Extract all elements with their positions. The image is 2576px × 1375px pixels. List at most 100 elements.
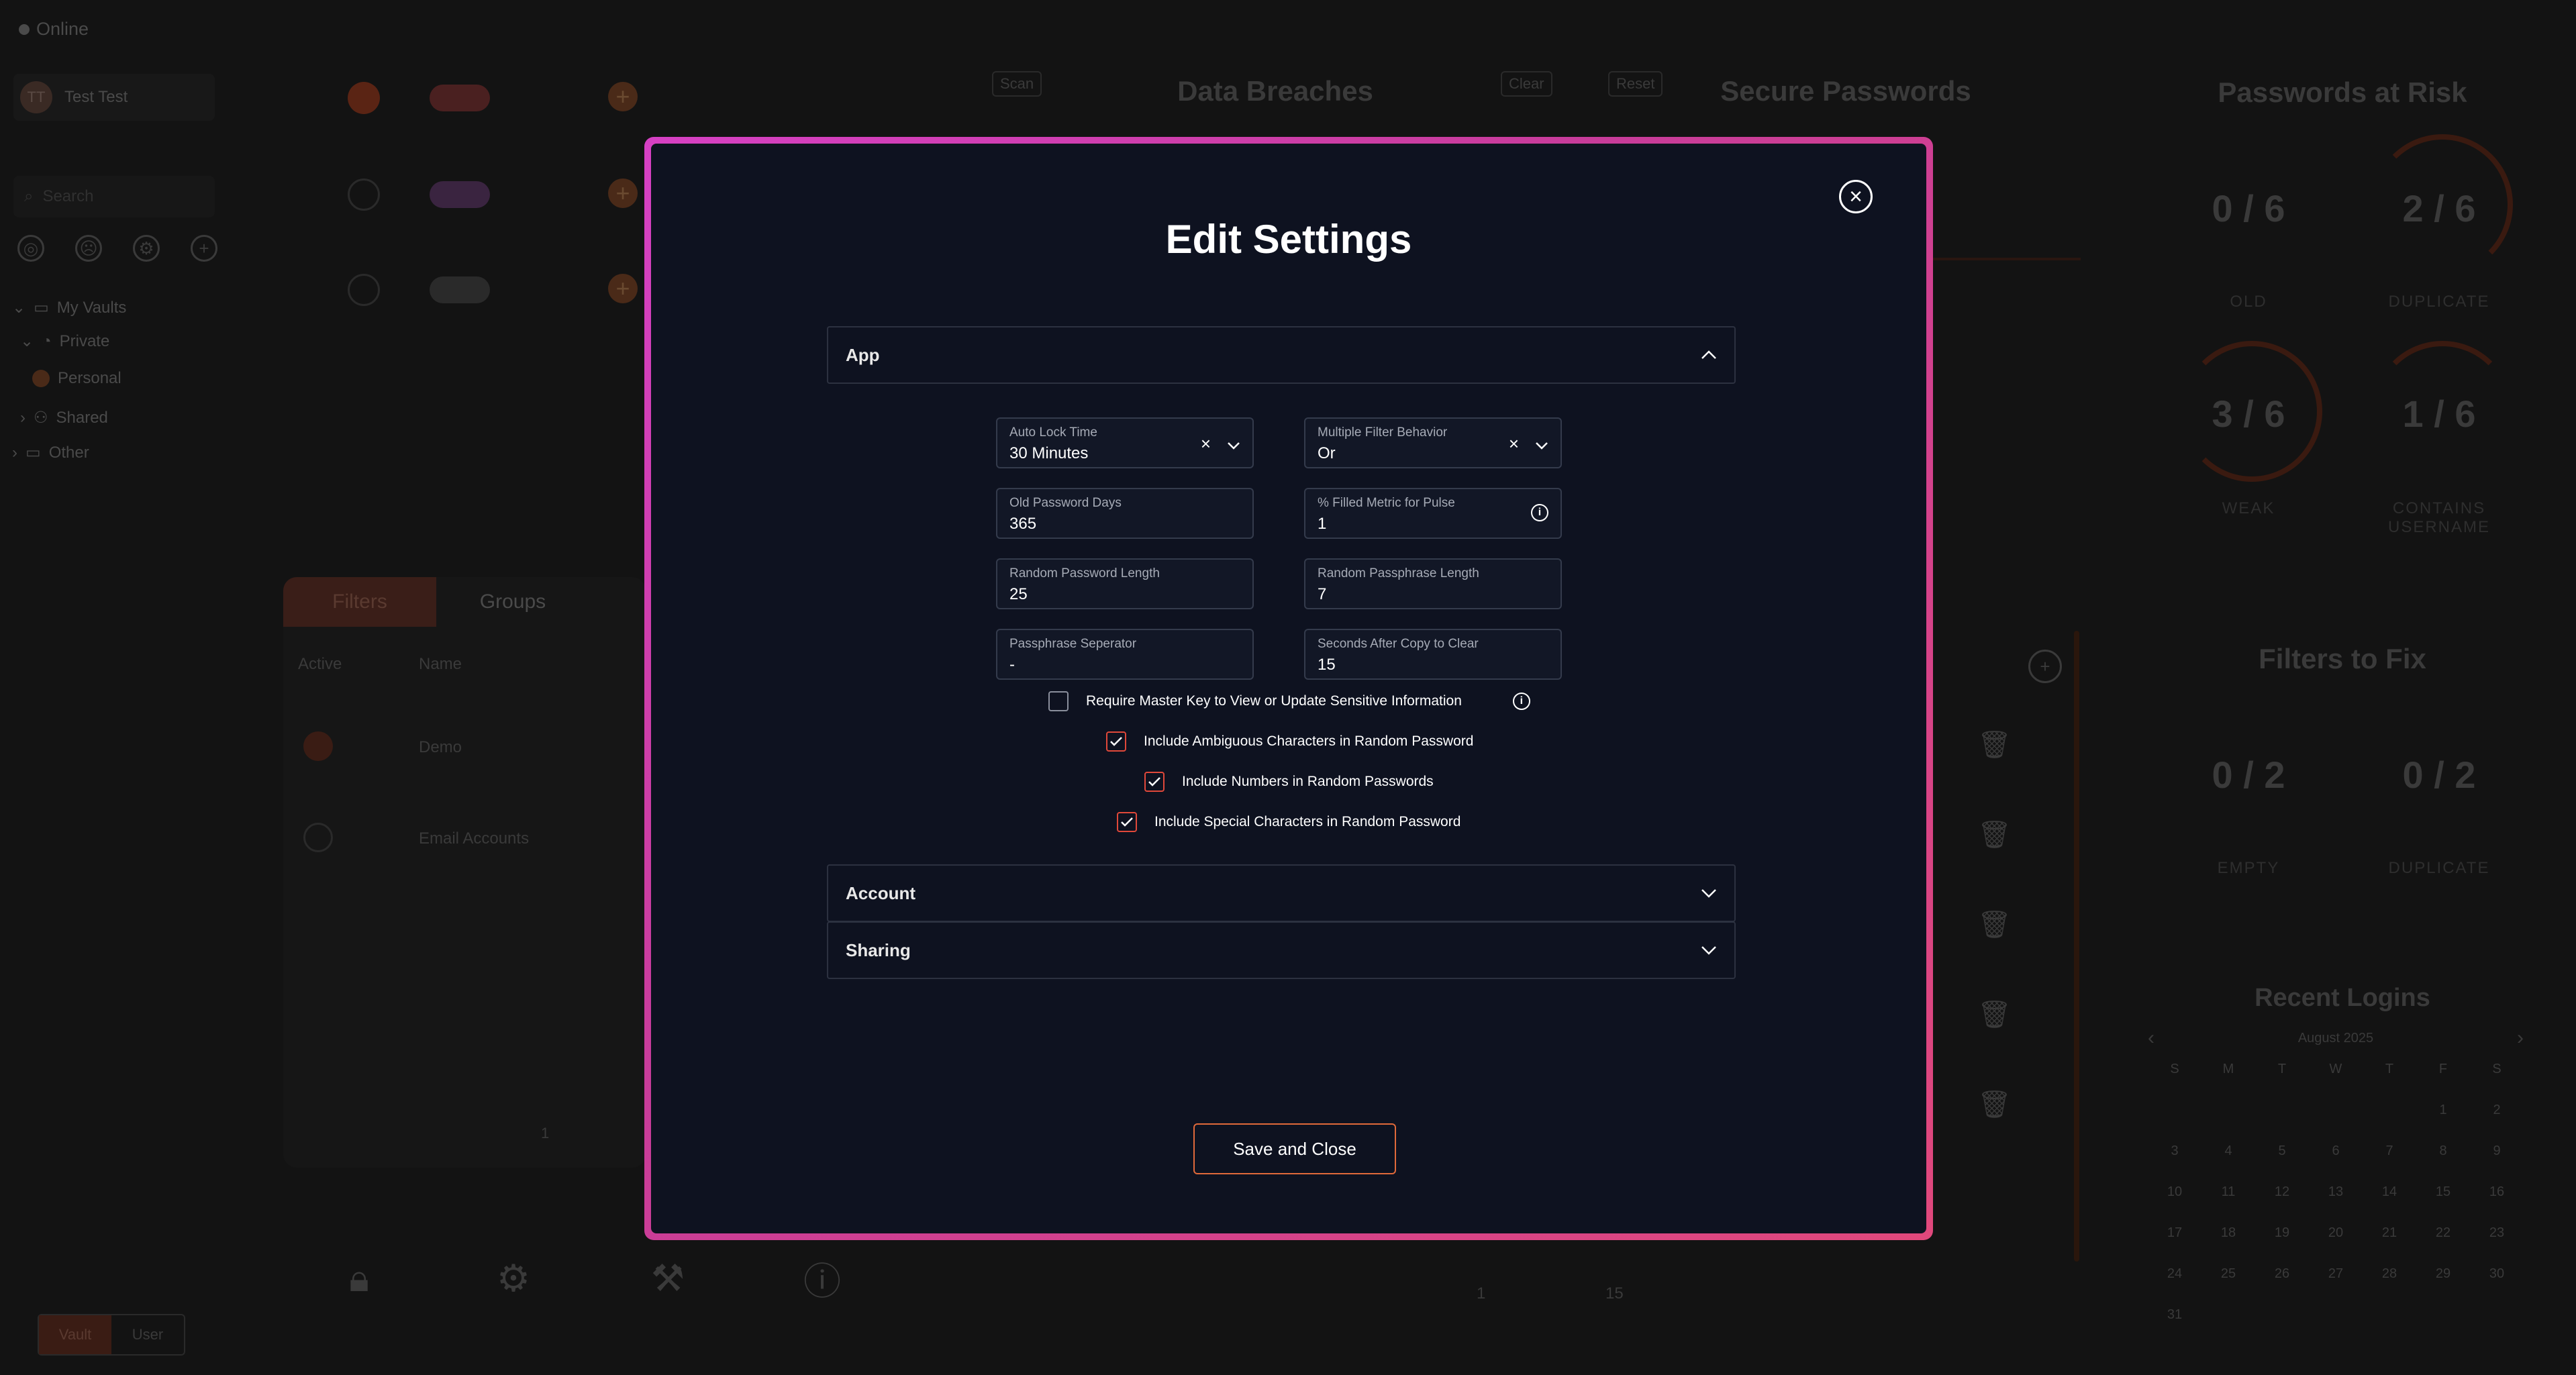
- section-app-header[interactable]: App: [827, 326, 1736, 384]
- filter-icon[interactable]: ◎: [17, 235, 44, 262]
- trash-icon[interactable]: 🗑︎: [1977, 909, 2012, 940]
- search-input[interactable]: ⌕ Search: [13, 176, 215, 217]
- calendar-day[interactable]: 19: [2255, 1225, 2309, 1241]
- calendar-day[interactable]: 24: [2148, 1266, 2201, 1282]
- special-checkbox[interactable]: [1117, 812, 1137, 832]
- calendar-day[interactable]: 26: [2255, 1266, 2309, 1282]
- calendar-day[interactable]: 20: [2309, 1225, 2363, 1241]
- passphrase-separator-field[interactable]: Passphrase Seperator -: [996, 629, 1254, 680]
- prev-month-icon[interactable]: ‹: [2148, 1027, 2154, 1050]
- calendar-day[interactable]: 28: [2363, 1266, 2416, 1282]
- info-icon[interactable]: ⓘ: [799, 1255, 846, 1303]
- column-active[interactable]: Active: [298, 655, 342, 674]
- add-icon[interactable]: +: [2028, 650, 2062, 683]
- calendar-day[interactable]: 21: [2363, 1225, 2416, 1241]
- close-button[interactable]: ×: [1839, 180, 1873, 213]
- add-icon[interactable]: +: [608, 82, 638, 111]
- page-size-select[interactable]: 15: [1605, 1284, 1624, 1303]
- calendar-day[interactable]: 30: [2470, 1266, 2524, 1282]
- random-password-length-field[interactable]: Random Password Length 25: [996, 558, 1254, 609]
- filled-metric-field[interactable]: % Filled Metric for Pulse 1 i: [1304, 488, 1562, 539]
- calendar-day[interactable]: 12: [2255, 1184, 2309, 1200]
- chevron-down-icon[interactable]: [1535, 434, 1548, 454]
- row-active-toggle[interactable]: [303, 823, 333, 852]
- calendar-day[interactable]: 14: [2363, 1184, 2416, 1200]
- active-toggle[interactable]: [348, 179, 380, 211]
- auto-lock-select[interactable]: Auto Lock Time 30 Minutes ×: [996, 417, 1254, 468]
- chevron-down-icon[interactable]: [1227, 434, 1240, 454]
- calendar-day[interactable]: 13: [2309, 1184, 2363, 1200]
- save-and-close-button[interactable]: Save and Close: [1193, 1123, 1396, 1174]
- toggle-user[interactable]: User: [111, 1315, 184, 1354]
- calendar-day[interactable]: 23: [2470, 1225, 2524, 1241]
- calendar-day[interactable]: 27: [2309, 1266, 2363, 1282]
- tree-my-vaults[interactable]: ⌄ ▭ My Vaults: [12, 298, 126, 317]
- clear-button[interactable]: Clear: [1501, 71, 1552, 97]
- trash-icon[interactable]: 🗑︎: [1977, 819, 2012, 850]
- lock-icon[interactable]: 🔒︎: [336, 1255, 383, 1302]
- add-icon[interactable]: +: [608, 179, 638, 208]
- scan-button[interactable]: Scan: [992, 71, 1042, 97]
- filter-behavior-select[interactable]: Multiple Filter Behavior Or ×: [1304, 417, 1562, 468]
- info-icon[interactable]: i: [1512, 693, 1530, 710]
- page-number[interactable]: 1: [541, 1125, 549, 1142]
- tree-other[interactable]: › ▭ Other: [12, 443, 89, 462]
- tab-groups[interactable]: Groups: [436, 577, 589, 627]
- column-name[interactable]: Name: [419, 655, 462, 674]
- clear-icon[interactable]: ×: [1201, 434, 1211, 454]
- master-key-checkbox[interactable]: [1048, 691, 1069, 711]
- old-password-days-field[interactable]: Old Password Days 365: [996, 488, 1254, 539]
- user-menu[interactable]: TT Test Test: [13, 74, 215, 121]
- section-account-header[interactable]: Account: [827, 864, 1736, 922]
- face-icon[interactable]: ☹: [75, 235, 102, 262]
- copy-clear-seconds-field[interactable]: Seconds After Copy to Clear 15: [1304, 629, 1562, 680]
- next-month-icon[interactable]: ›: [2517, 1027, 2524, 1050]
- calendar-day[interactable]: 9: [2470, 1143, 2524, 1159]
- gear-icon[interactable]: ⚙: [490, 1255, 537, 1302]
- calendar-day[interactable]: 7: [2363, 1143, 2416, 1159]
- row-active-toggle[interactable]: [303, 731, 333, 761]
- trash-icon[interactable]: 🗑︎: [1977, 1088, 2012, 1120]
- section-sharing-header[interactable]: Sharing: [827, 921, 1736, 979]
- scrollbar[interactable]: [2074, 631, 2079, 1262]
- trash-icon[interactable]: 🗑︎: [1977, 999, 2012, 1030]
- calendar-day[interactable]: 15: [2416, 1184, 2470, 1200]
- calendar-day[interactable]: 17: [2148, 1225, 2201, 1241]
- tree-shared[interactable]: › ⚇ Shared: [20, 408, 108, 427]
- active-toggle[interactable]: [348, 274, 380, 306]
- add-icon[interactable]: +: [608, 274, 638, 303]
- clear-icon[interactable]: ×: [1509, 434, 1519, 454]
- calendar-day[interactable]: 25: [2201, 1266, 2255, 1282]
- calendar-day[interactable]: 18: [2201, 1225, 2255, 1241]
- toggle-vault[interactable]: Vault: [39, 1315, 111, 1354]
- calendar-day[interactable]: 31: [2148, 1307, 2201, 1323]
- ambiguous-checkbox[interactable]: [1106, 731, 1126, 752]
- calendar-day[interactable]: 29: [2416, 1266, 2470, 1282]
- tab-filters[interactable]: Filters: [283, 577, 436, 627]
- calendar-day[interactable]: 4: [2201, 1143, 2255, 1159]
- page-number[interactable]: 1: [1477, 1284, 1485, 1303]
- calendar-day[interactable]: 6: [2309, 1143, 2363, 1159]
- calendar-day[interactable]: 11: [2201, 1184, 2255, 1200]
- table-row[interactable]: Demo: [419, 738, 462, 757]
- wrench-icon[interactable]: ⚒: [644, 1255, 691, 1302]
- calendar-day[interactable]: 1: [2416, 1103, 2470, 1118]
- reset-button[interactable]: Reset: [1608, 71, 1663, 97]
- trash-icon[interactable]: 🗑︎: [1977, 729, 2012, 760]
- calendar-day[interactable]: 8: [2416, 1143, 2470, 1159]
- calendar-day[interactable]: 2: [2470, 1103, 2524, 1118]
- active-toggle[interactable]: [348, 82, 380, 114]
- calendar-day[interactable]: 5: [2255, 1143, 2309, 1159]
- tree-private[interactable]: ⌄ ◔ Private: [20, 332, 109, 351]
- add-icon[interactable]: +: [191, 235, 217, 262]
- numbers-checkbox[interactable]: [1144, 772, 1165, 792]
- calendar-day[interactable]: 10: [2148, 1184, 2201, 1200]
- calendar-day[interactable]: 16: [2470, 1184, 2524, 1200]
- gear-icon[interactable]: ⚙: [133, 235, 160, 262]
- tree-personal[interactable]: Personal: [32, 369, 121, 388]
- calendar-day[interactable]: 22: [2416, 1225, 2470, 1241]
- random-passphrase-length-field[interactable]: Random Passphrase Length 7: [1304, 558, 1562, 609]
- table-row[interactable]: Email Accounts: [419, 829, 529, 848]
- info-icon[interactable]: i: [1531, 504, 1548, 521]
- calendar-day[interactable]: 3: [2148, 1143, 2201, 1159]
